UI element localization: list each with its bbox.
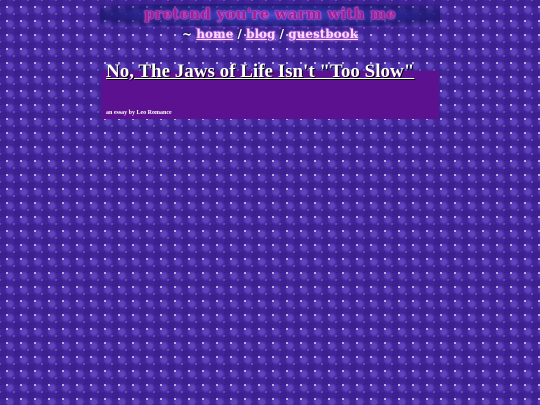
article-byline: an essay by Leo Romance <box>106 110 172 116</box>
site-title: pretend you're warm with me <box>143 5 397 23</box>
nav-blog-link[interactable]: blog <box>246 27 275 41</box>
top-navigation: ~ home / blog / guestbook <box>0 27 540 41</box>
site-header-banner: pretend you're warm with me <box>100 4 440 26</box>
nav-prefix: ~ <box>182 27 193 41</box>
article-title: No, The Jaws of Life Isn't "Too Slow" <box>106 61 415 82</box>
nav-guestbook-link[interactable]: guestbook <box>288 27 358 41</box>
nav-home-link[interactable]: home <box>196 27 233 41</box>
nav-separator: / <box>279 27 285 41</box>
nav-separator: / <box>237 27 242 41</box>
